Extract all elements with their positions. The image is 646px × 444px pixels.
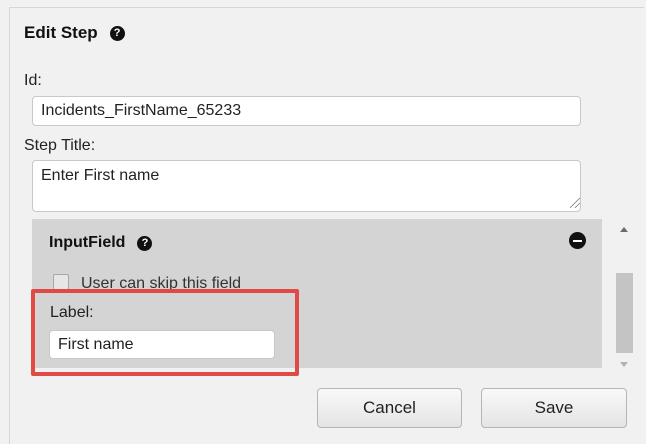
collapse-icon[interactable] — [569, 232, 586, 249]
cancel-button[interactable]: Cancel — [317, 388, 462, 428]
step-title-textarea[interactable]: Enter First name — [32, 160, 581, 212]
scrollbar-thumb[interactable] — [616, 273, 633, 353]
id-label: Id: — [24, 72, 42, 89]
scroll-up-arrow-icon[interactable] — [620, 227, 628, 232]
skip-field-checkbox[interactable] — [53, 274, 69, 289]
skip-field-option[interactable]: User can skip this field — [53, 271, 241, 289]
input-field-header: InputField ? — [49, 234, 153, 252]
resize-grip-icon[interactable] — [570, 198, 580, 208]
input-field-title: InputField — [49, 234, 126, 251]
dialog-title: Edit Step — [24, 23, 98, 42]
help-icon[interactable]: ? — [137, 235, 153, 251]
highlight-box — [31, 289, 299, 376]
id-input[interactable] — [32, 96, 581, 126]
scroll-down-arrow-icon[interactable] — [620, 362, 628, 367]
dialog-header: Edit Step ? — [24, 23, 125, 43]
step-title-label: Step Title: — [24, 137, 96, 154]
skip-field-label: User can skip this field — [81, 275, 242, 289]
help-icon[interactable]: ? — [109, 25, 125, 41]
save-button[interactable]: Save — [481, 388, 627, 428]
